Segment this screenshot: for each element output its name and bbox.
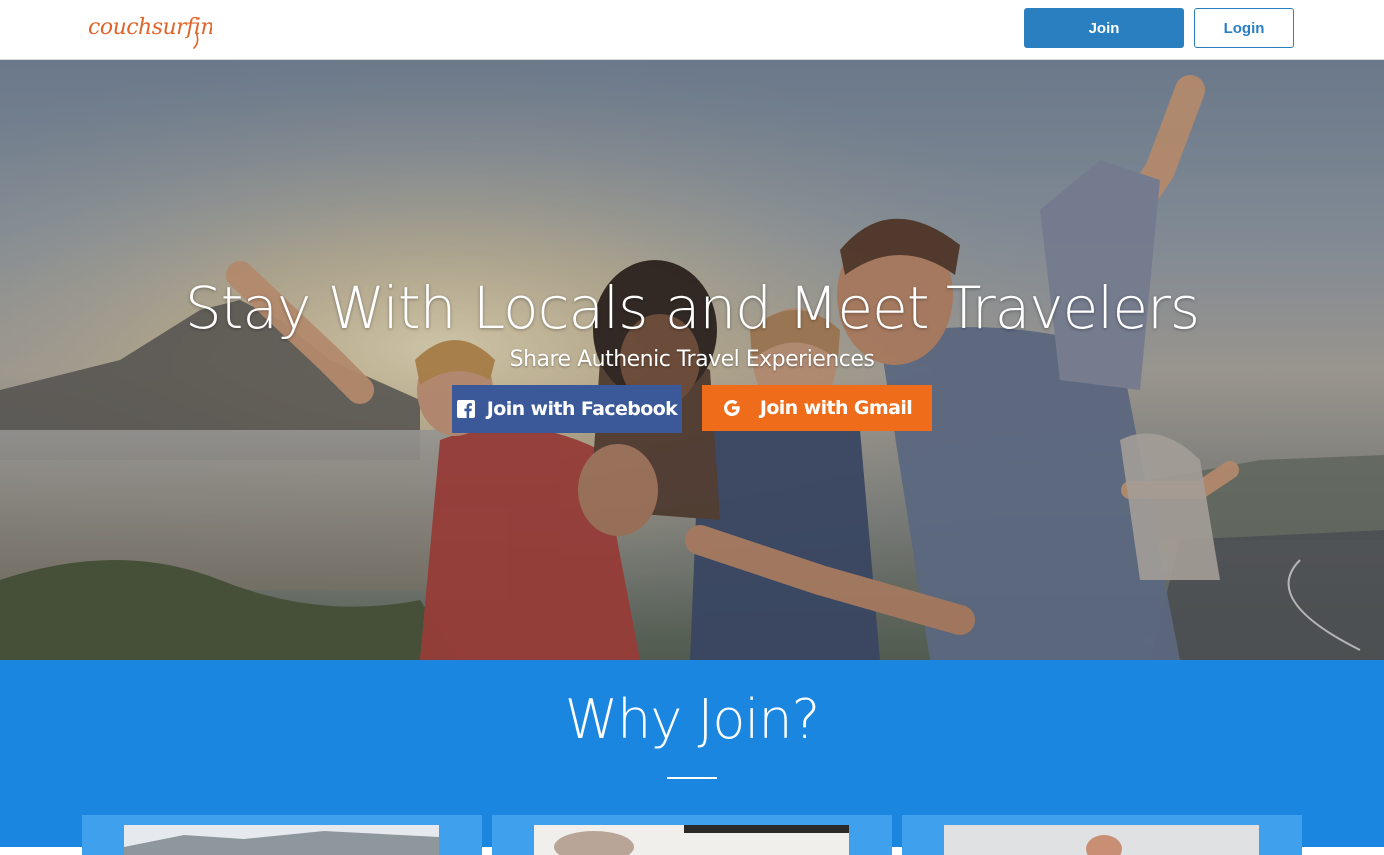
join-with-facebook-button[interactable]: Join with Facebook <box>452 385 682 433</box>
hero-title: Stay With Locals and Meet Travelers <box>184 274 1200 342</box>
join-button[interactable]: Join <box>1024 8 1184 48</box>
site-header: couchsurfing Join Login <box>0 0 1384 60</box>
logo-wordmark: couchsurfing <box>88 15 212 49</box>
svg-text:couchsurfing: couchsurfing <box>88 15 212 40</box>
feature-card-image <box>944 825 1259 855</box>
feature-card <box>492 815 892 855</box>
title-divider <box>667 777 717 779</box>
feature-card <box>82 815 482 855</box>
facebook-icon <box>456 400 475 418</box>
hero-subtitle: Share Authenic Travel Experiences <box>509 347 875 372</box>
login-button[interactable]: Login <box>1194 8 1294 48</box>
feature-card <box>902 815 1302 855</box>
couchsurfing-logo[interactable]: couchsurfing <box>88 8 212 52</box>
feature-card-image <box>124 825 439 855</box>
facebook-button-label: Join with Facebook <box>486 398 678 420</box>
hero-section: Stay With Locals and Meet Travelers Shar… <box>0 60 1384 660</box>
google-icon <box>722 398 742 418</box>
why-join-title: Why Join? <box>564 688 821 751</box>
why-join-section: Why Join? <box>0 660 1384 855</box>
join-with-gmail-button[interactable]: Join with Gmail <box>702 385 932 431</box>
feature-card-image <box>534 825 849 855</box>
gmail-button-label: Join with Gmail <box>759 397 913 419</box>
